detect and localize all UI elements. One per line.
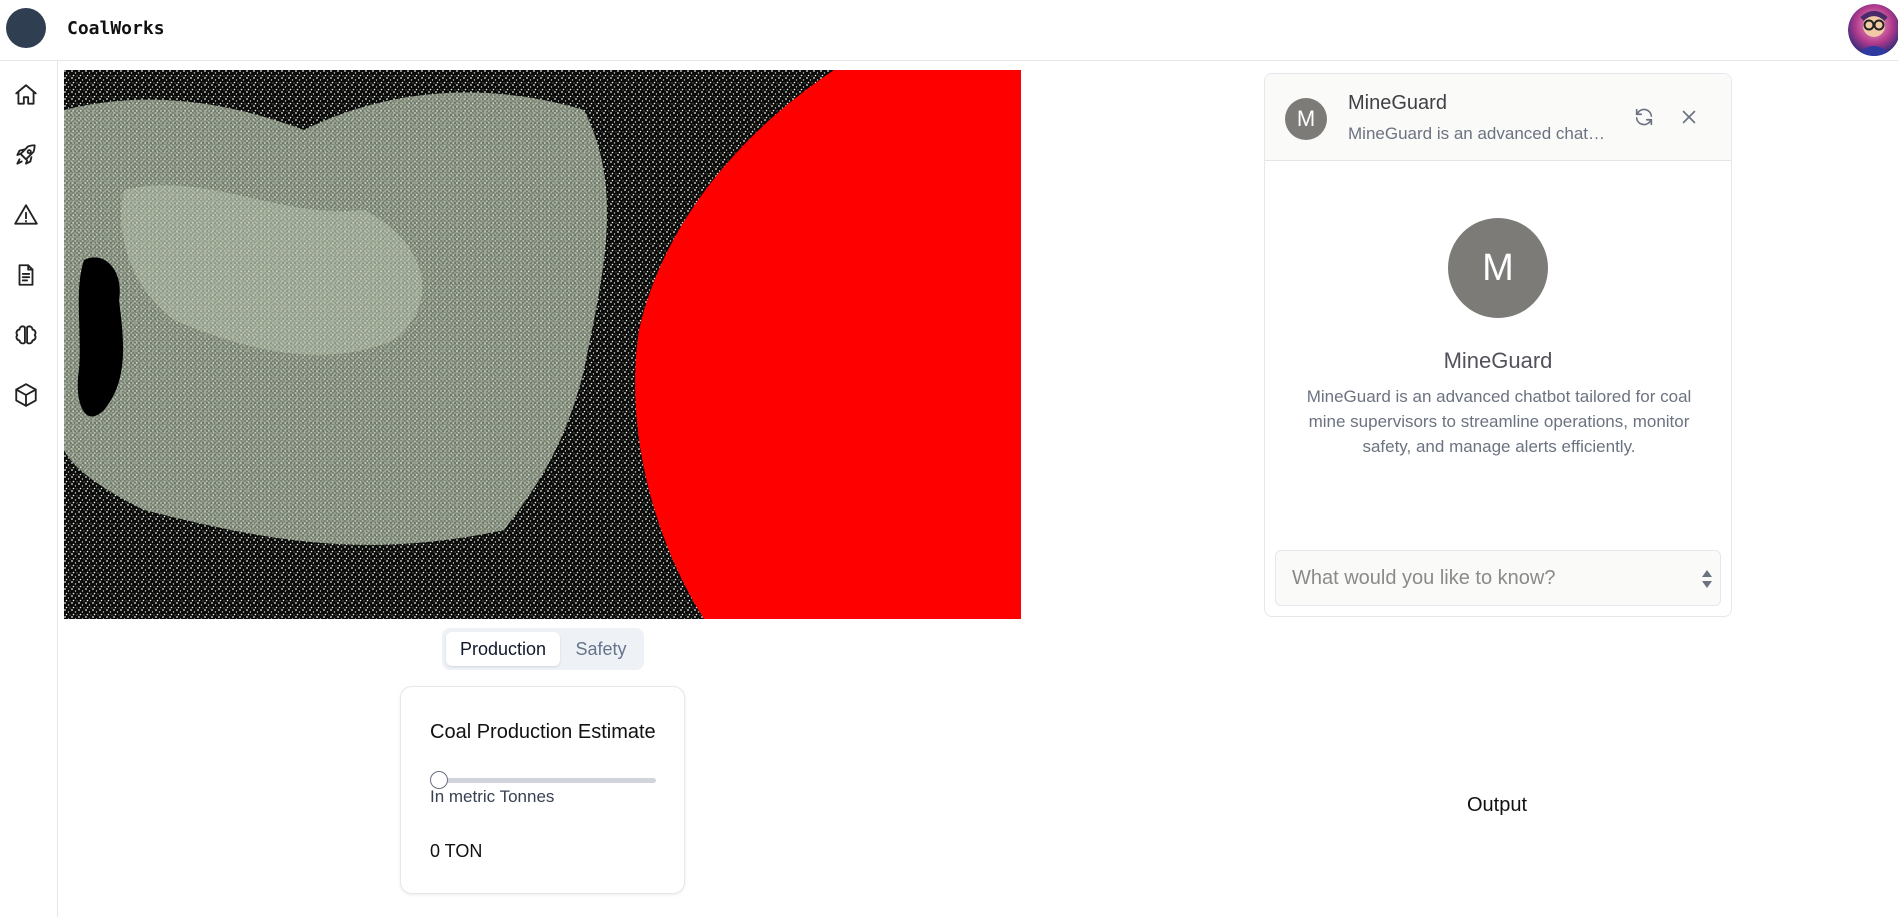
production-slider-track[interactable] (430, 778, 656, 783)
output-label: Output (1467, 794, 1528, 816)
top-bar: CoalWorks (0, 0, 1898, 61)
chat-header-avatar: M (1285, 98, 1327, 140)
chat-bot-description: MineGuard is an advanced chatbot tailore… (1306, 387, 1692, 456)
refresh-icon (1635, 108, 1653, 126)
production-estimate-card: Coal Production Estimate In metric Tonne… (400, 686, 685, 894)
home-icon (15, 84, 37, 105)
sidebar (0, 61, 58, 917)
chat-bot-name: MineGuard (1443, 348, 1553, 373)
chat-input[interactable] (1276, 551, 1682, 605)
rocket-icon (16, 144, 36, 165)
estimate-value: 0 TON (430, 841, 483, 861)
user-avatar-image (1848, 4, 1898, 56)
close-button[interactable] (1674, 102, 1704, 132)
close-icon (1682, 110, 1696, 124)
chat-widget: M MineGuard MineGuard is an advanced cha… (1264, 73, 1732, 617)
chat-header-name: MineGuard (1348, 92, 1447, 114)
refresh-button[interactable] (1629, 102, 1659, 132)
chat-header-description: MineGuard is an advanced chatbot tailore… (1348, 124, 1612, 143)
tab-production[interactable]: Production (446, 632, 560, 666)
hero-visualization (64, 70, 1021, 619)
coal-seam-visual (64, 70, 1021, 619)
cube-icon (15, 383, 37, 407)
brand-name[interactable]: CoalWorks (67, 18, 165, 39)
document-icon (18, 264, 34, 286)
brain-icon (15, 325, 37, 345)
sidebar-item-alerts[interactable] (10, 199, 42, 231)
chat-header: M MineGuard MineGuard is an advanced cha… (1265, 74, 1731, 161)
sidebar-item-reports[interactable] (10, 259, 42, 291)
sidebar-item-ai[interactable] (10, 319, 42, 351)
sidebar-item-home[interactable] (10, 79, 42, 111)
send-icon[interactable] (1700, 568, 1714, 590)
tab-safety[interactable]: Safety (562, 632, 640, 666)
user-avatar[interactable] (1848, 4, 1898, 56)
sidebar-item-models[interactable] (10, 379, 42, 411)
chat-bot-avatar: M (1448, 218, 1548, 318)
mode-tabs: Production Safety (442, 628, 644, 670)
brand-logo[interactable] (6, 8, 46, 48)
card-title: Coal Production Estimate (430, 721, 656, 743)
chat-input-box (1275, 550, 1721, 606)
warning-icon (14, 204, 38, 225)
unit-label: In metric Tonnes (430, 787, 555, 806)
sidebar-item-launch[interactable] (10, 139, 42, 171)
